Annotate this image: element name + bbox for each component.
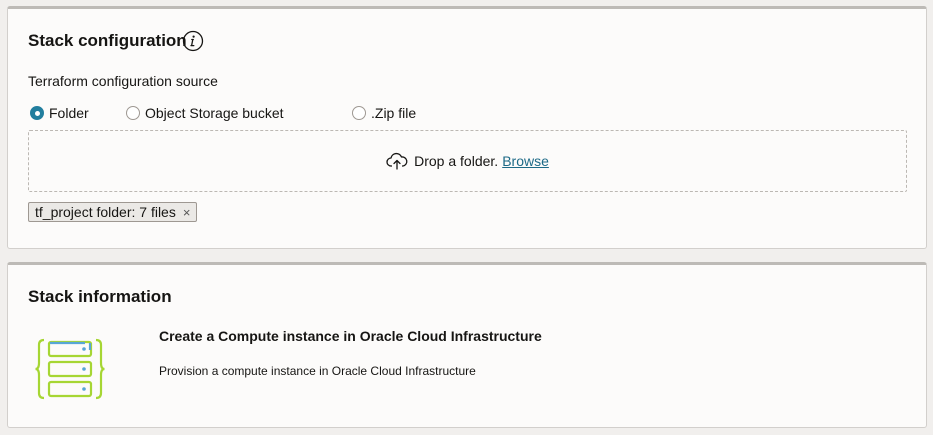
config-source-label: Terraform configuration source (28, 73, 218, 89)
dropzone-prompt: Drop a folder. (414, 153, 499, 169)
info-icon[interactable] (182, 30, 204, 52)
cloud-upload-icon (386, 152, 408, 170)
radio-label: Object Storage bucket (145, 105, 284, 121)
radio-indicator[interactable] (30, 106, 44, 120)
panel-title: Stack configuration (28, 31, 187, 50)
panel-title: Stack information (28, 287, 172, 306)
radio-object-storage-bucket[interactable]: Object Storage bucket (126, 103, 284, 123)
server-stack-icon (35, 338, 105, 400)
radio-label: Folder (49, 105, 89, 121)
radio-folder[interactable]: Folder (30, 103, 89, 123)
folder-dropzone[interactable]: Drop a folder. Browse (28, 130, 907, 192)
chip-label: tf_project folder: 7 files (35, 204, 176, 220)
browse-link[interactable]: Browse (502, 153, 549, 169)
stack-configuration-panel: Stack configuration Terraform configurat… (7, 6, 927, 249)
radio-label: .Zip file (371, 105, 417, 121)
radio-indicator[interactable] (352, 106, 366, 120)
uploaded-folder-chip: tf_project folder: 7 files × (28, 202, 198, 222)
stack-information-panel: Stack information Create a Compute insta… (7, 262, 927, 428)
remove-chip-icon[interactable]: × (183, 206, 191, 219)
radio-indicator[interactable] (126, 106, 140, 120)
radio-zip-file[interactable]: .Zip file (352, 103, 416, 123)
stack-name: Create a Compute instance in Oracle Clou… (159, 328, 542, 344)
stack-description: Provision a compute instance in Oracle C… (159, 364, 476, 378)
